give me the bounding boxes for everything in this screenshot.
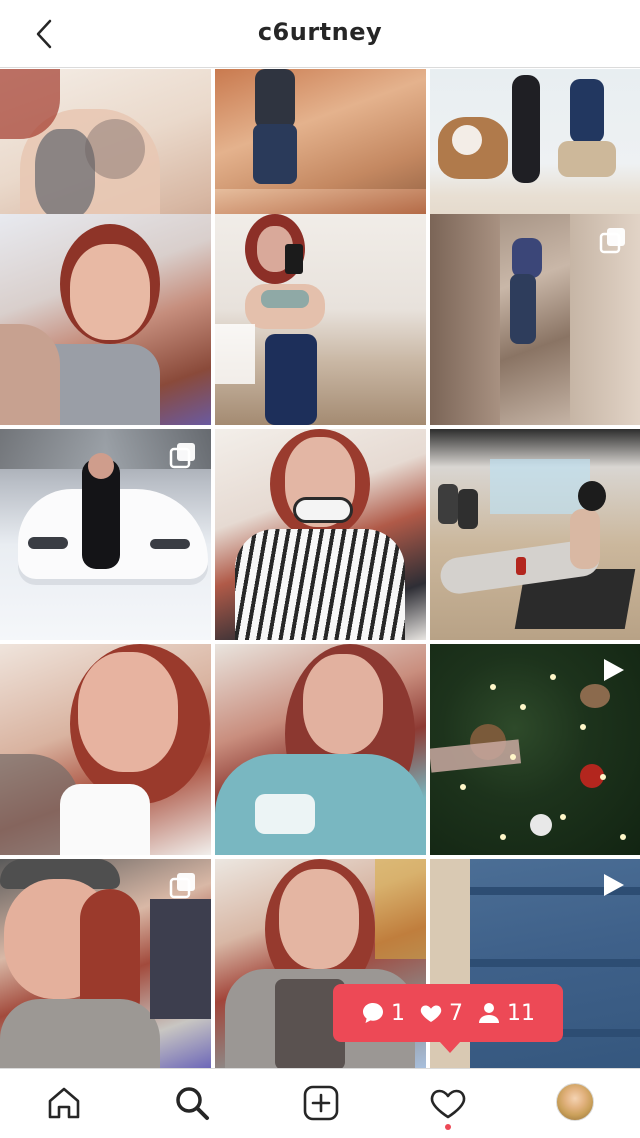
add-post-icon: [303, 1085, 339, 1121]
nav-activity-button[interactable]: [428, 1083, 468, 1123]
post-thumbnail[interactable]: [0, 214, 211, 425]
comments-count: 1: [361, 1001, 405, 1026]
multiple-photos-icon: [169, 873, 195, 899]
activity-indicator-dot: [445, 1124, 451, 1130]
video-icon: [604, 659, 624, 681]
post-thumbnail[interactable]: [215, 429, 426, 640]
multiple-photos-icon: [599, 228, 625, 254]
post-thumbnail[interactable]: [215, 214, 426, 425]
post-thumbnail[interactable]: [0, 429, 211, 640]
likes-count-value: 7: [449, 1000, 463, 1026]
posts-grid: [0, 69, 640, 1069]
post-thumbnail[interactable]: [215, 644, 426, 855]
likes-count: 7: [419, 1001, 463, 1026]
follows-count: 11: [477, 1001, 535, 1026]
heart-icon: [430, 1089, 466, 1119]
search-icon: [176, 1087, 209, 1120]
home-icon: [48, 1087, 80, 1119]
post-thumbnail[interactable]: [0, 859, 211, 1069]
post-thumbnail[interactable]: [430, 644, 640, 855]
profile-username: c6urtney: [257, 18, 383, 46]
video-icon: [604, 874, 624, 896]
activity-notification-bubble[interactable]: 1 7 11: [333, 984, 563, 1053]
heart-filled-icon: [420, 1005, 442, 1022]
multiple-photos-icon: [169, 443, 195, 469]
comments-count-value: 1: [391, 1000, 405, 1026]
nav-search-button[interactable]: [172, 1083, 212, 1123]
nav-add-post-button[interactable]: [301, 1083, 341, 1123]
post-thumbnail[interactable]: [430, 214, 640, 425]
top-bar: c6urtney: [0, 0, 640, 68]
nav-profile-avatar[interactable]: [556, 1083, 594, 1121]
person-icon: [479, 1003, 499, 1023]
comment-icon: [363, 1003, 383, 1023]
follows-count-value: 11: [507, 1000, 535, 1026]
post-thumbnail[interactable]: [0, 644, 211, 855]
bottom-navigation: [0, 1068, 640, 1138]
post-thumbnail[interactable]: [430, 429, 640, 640]
nav-home-button[interactable]: [44, 1083, 84, 1123]
